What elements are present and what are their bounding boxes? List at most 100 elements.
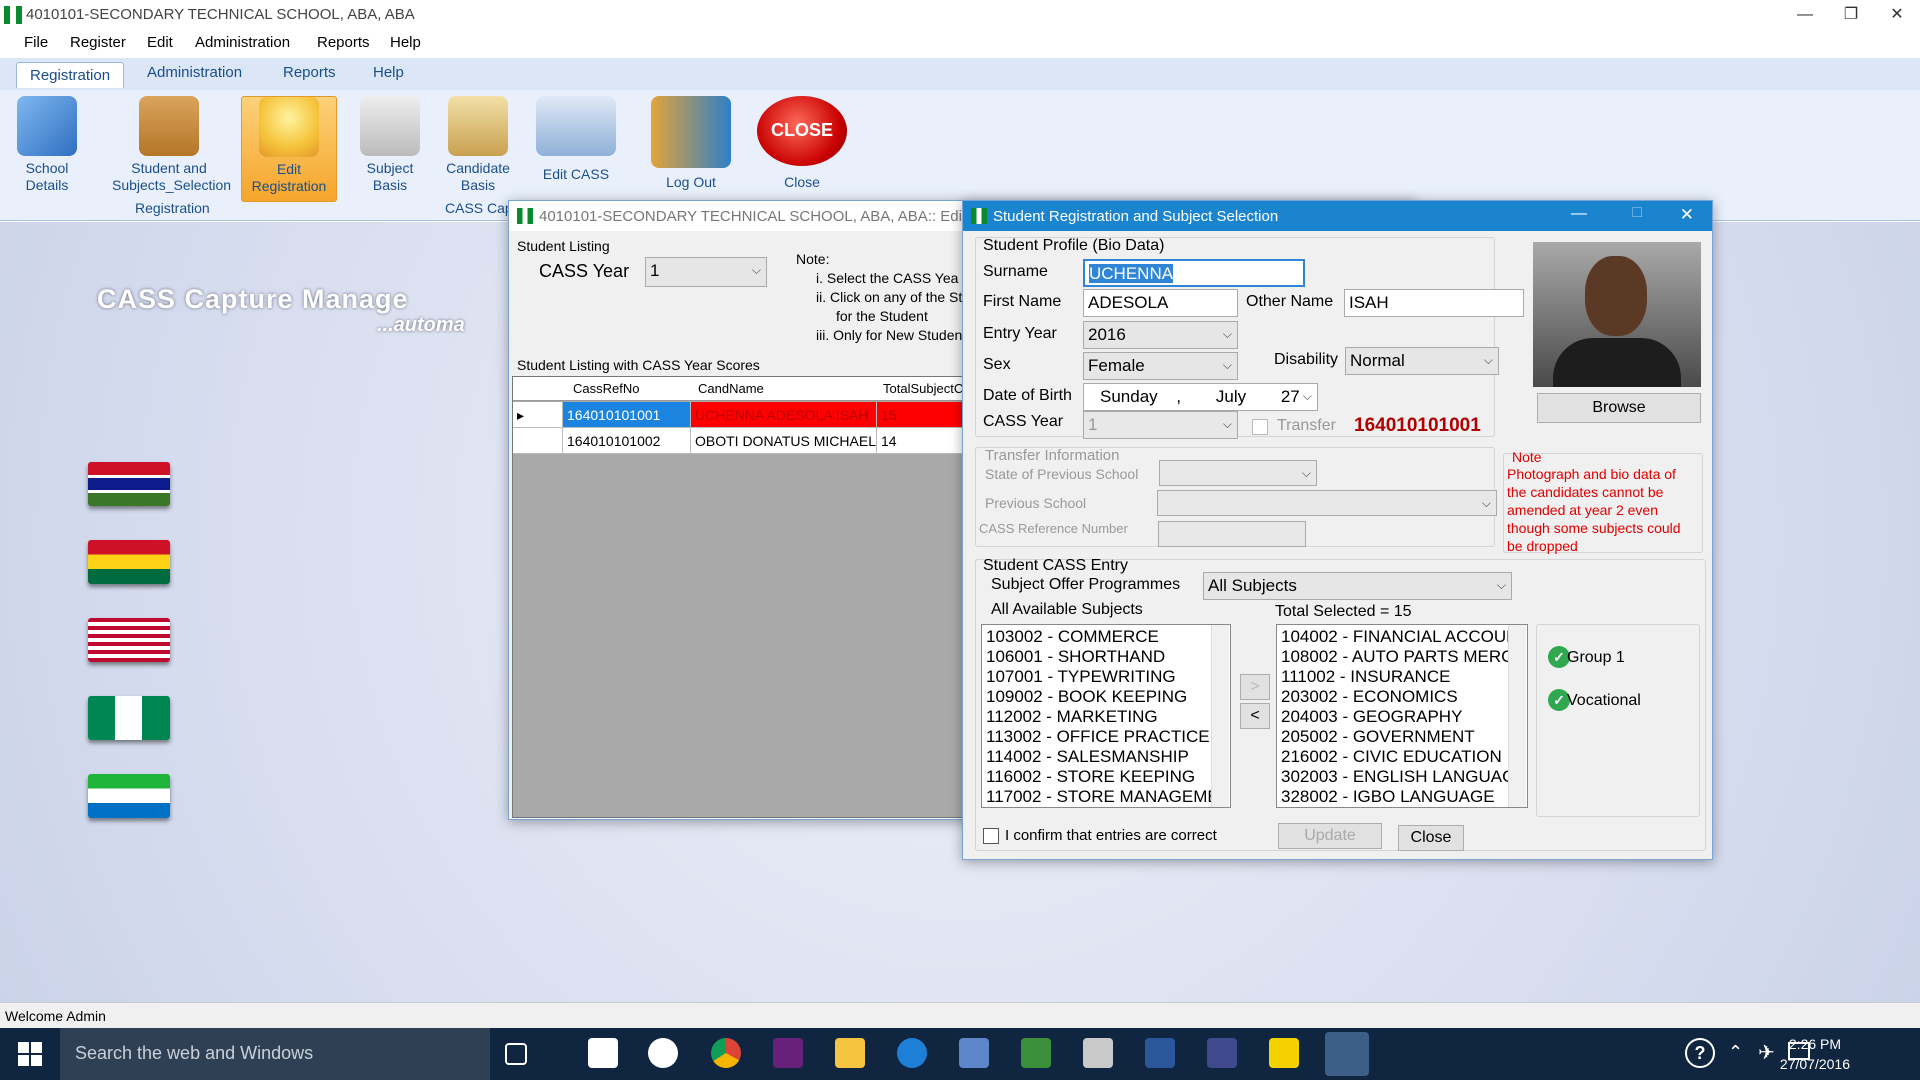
minimize-icon[interactable]: — [1571, 205, 1587, 223]
total-selected-label: Total Selected = 15 [1275, 603, 1412, 620]
confirm-checkbox[interactable] [983, 828, 999, 844]
list-item[interactable]: 108002 - AUTO PARTS MERC [1281, 647, 1523, 667]
selected-subjects-list[interactable]: 104002 - FINANCIAL ACCOUN 108002 - AUTO … [1276, 624, 1528, 808]
transfer-checkbox[interactable] [1252, 419, 1268, 435]
group-1-label: Group 1 [1567, 649, 1625, 666]
tab-administration[interactable]: Administration [147, 64, 242, 81]
visual-studio-icon[interactable] [773, 1038, 803, 1068]
surname-input[interactable]: UCHENNA [1083, 259, 1305, 287]
word-icon[interactable] [1145, 1038, 1175, 1068]
store-icon[interactable] [588, 1038, 618, 1068]
cass-app-icon[interactable] [1325, 1032, 1369, 1076]
fireworks-icon[interactable] [1269, 1038, 1299, 1068]
file-explorer-icon[interactable] [835, 1038, 865, 1068]
dob-separator: , [1176, 387, 1182, 406]
entry-year-select[interactable]: 2016 ⌵ [1083, 321, 1238, 349]
cass-ref-label: CASS Reference Number [979, 521, 1128, 536]
menu-register[interactable]: Register [70, 34, 126, 51]
log-out-button[interactable]: Log Out [646, 96, 736, 196]
edit-cass-button[interactable]: Edit CASS [530, 96, 622, 196]
prev-state-label: State of Previous School [985, 466, 1139, 482]
note-line: i. Select the CASS Yea [816, 270, 959, 286]
candidate-basis-button[interactable]: Candidate Basis [440, 96, 516, 196]
note-line: ii. Click on any of the St [816, 289, 963, 305]
list-item[interactable]: 114002 - SALESMANSHIP [986, 747, 1226, 767]
school-details-button[interactable]: School Details [10, 96, 84, 196]
close-button[interactable]: Close [1398, 825, 1464, 851]
menu-edit[interactable]: Edit [147, 34, 173, 51]
close-icon[interactable]: ✕ [1874, 0, 1920, 30]
help-icon[interactable]: ? [1685, 1038, 1715, 1068]
subject-basis-button[interactable]: Subject Basis [355, 96, 425, 196]
edit-card-icon [536, 96, 616, 156]
task-view-icon[interactable] [505, 1043, 527, 1065]
tools-app-icon[interactable] [1083, 1038, 1113, 1068]
list-item[interactable]: 117002 - STORE MANAGEME [986, 787, 1226, 807]
menu-administration[interactable]: Administration [195, 34, 290, 51]
list-item[interactable]: 216002 - CIVIC EDUCATION [1281, 747, 1523, 767]
close-icon[interactable]: ✕ [1680, 205, 1694, 225]
column-header[interactable]: CassRefNo [573, 381, 639, 396]
taskbar-clock[interactable]: 2:26 PM 27/07/2016 [1780, 1034, 1850, 1074]
close-app-button[interactable]: CLOSE Close [754, 96, 850, 196]
list-item[interactable]: 104002 - FINANCIAL ACCOUN [1281, 627, 1523, 647]
list-item[interactable]: 204003 - GEOGRAPHY [1281, 707, 1523, 727]
edit-registration-label: Edit Registration [251, 161, 327, 194]
registration-window-title: Student Registration and Subject Selecti… [993, 208, 1279, 225]
ghana-flag-icon [88, 540, 170, 584]
restore-icon[interactable]: ❐ [1828, 0, 1874, 30]
list-item[interactable]: 205002 - GOVERNMENT [1281, 727, 1523, 747]
menu-reports[interactable]: Reports [317, 34, 370, 51]
other-name-input[interactable]: ISAH [1344, 289, 1524, 317]
chrome-icon[interactable] [711, 1038, 741, 1068]
taskbar-search[interactable]: Search the web and Windows [60, 1028, 490, 1080]
list-item[interactable]: 302003 - ENGLISH LANGUAG [1281, 767, 1523, 787]
tab-reports[interactable]: Reports [283, 64, 336, 81]
app-icon [4, 6, 22, 24]
remove-subject-button[interactable]: < [1240, 703, 1270, 729]
list-item[interactable]: 203002 - ECONOMICS [1281, 687, 1523, 707]
cass-year-select[interactable]: 1 ⌵ [645, 257, 767, 287]
column-header[interactable]: CandName [698, 381, 764, 396]
dob-picker[interactable]: Sunday , July 27 ⌵ [1083, 383, 1318, 411]
tab-registration[interactable]: Registration [16, 62, 125, 88]
sex-select[interactable]: Female ⌵ [1083, 352, 1238, 380]
tab-help[interactable]: Help [373, 64, 404, 81]
browse-button[interactable]: Browse [1537, 393, 1701, 423]
edit-registration-button[interactable]: Edit Registration [241, 96, 337, 202]
list-item[interactable]: 106001 - SHORTHAND [986, 647, 1226, 667]
edge-icon[interactable] [897, 1038, 927, 1068]
chevron-up-icon[interactable]: ⌃ [1728, 1042, 1743, 1063]
list-item[interactable]: 328002 - IGBO LANGUAGE [1281, 787, 1523, 807]
list-item[interactable]: 103002 - COMMERCE [986, 627, 1226, 647]
airplane-icon[interactable]: ✈ [1758, 1040, 1775, 1065]
column-header[interactable]: TotalSubjectC [883, 381, 963, 396]
update-button[interactable]: Update [1278, 823, 1382, 849]
infinity-app-icon[interactable] [1207, 1038, 1237, 1068]
list-item[interactable]: 107001 - TYPEWRITING [986, 667, 1226, 687]
student-subjects-selection-button[interactable]: Student and Subjects_Selection [112, 96, 231, 196]
network-app-icon[interactable] [959, 1038, 989, 1068]
hp-icon[interactable] [648, 1038, 678, 1068]
nigeria-flag-icon [88, 696, 170, 740]
first-name-input[interactable]: ADESOLA [1083, 289, 1238, 317]
disability-select[interactable]: Normal ⌵ [1345, 347, 1499, 375]
menu-help[interactable]: Help [390, 34, 421, 51]
programmes-select[interactable]: All Subjects ⌵ [1203, 572, 1512, 600]
list-item[interactable]: 112002 - MARKETING [986, 707, 1226, 727]
list-item[interactable]: 109002 - BOOK KEEPING [986, 687, 1226, 707]
chevron-down-icon: ⌵ [1302, 389, 1312, 403]
available-subjects-list[interactable]: 103002 - COMMERCE 106001 - SHORTHAND 107… [981, 624, 1231, 808]
list-item[interactable]: 116002 - STORE KEEPING [986, 767, 1226, 787]
add-subject-button[interactable]: > [1240, 674, 1270, 700]
minimize-icon[interactable]: — [1782, 0, 1828, 30]
list-item[interactable]: 111002 - INSURANCE [1281, 667, 1523, 687]
window-icon [517, 208, 533, 224]
sierra-leone-flag-icon [88, 774, 170, 818]
available-scrollbar[interactable] [1211, 625, 1229, 807]
list-item[interactable]: 113002 - OFFICE PRACTICE [986, 727, 1226, 747]
chart-app-icon[interactable] [1021, 1038, 1051, 1068]
start-icon[interactable] [18, 1042, 42, 1066]
selected-scrollbar[interactable] [1508, 625, 1526, 807]
menu-file[interactable]: File [24, 34, 48, 51]
